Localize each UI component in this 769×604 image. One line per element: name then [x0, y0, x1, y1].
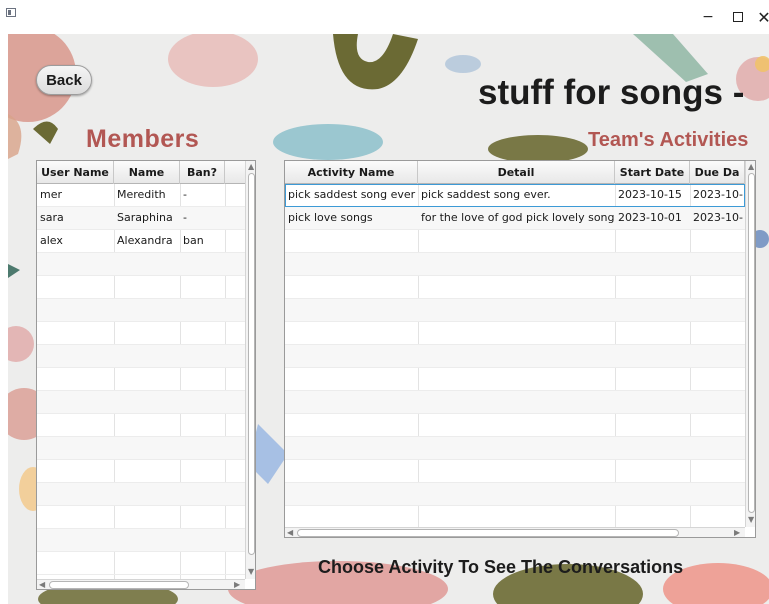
activity-due-date: 2023-10-	[693, 188, 743, 201]
member-ban: ban	[183, 234, 204, 247]
activity-due-date: 2023-10-	[693, 211, 743, 224]
scroll-right-icon[interactable]: ▶	[734, 529, 740, 537]
app-canvas: Back stuff for songs - Members Team's Ac…	[8, 34, 769, 604]
members-hscroll-thumb[interactable]	[49, 581, 189, 589]
team-title: stuff for songs -	[478, 73, 745, 112]
title-bar: − ✕	[0, 0, 769, 34]
table-row[interactable]: pick love songs for the love of god pick…	[285, 207, 745, 230]
activities-table-header: Activity Name Detail Start Date Due Da	[285, 161, 745, 184]
member-ban: -	[183, 211, 187, 224]
choose-activity-hint: Choose Activity To See The Conversations	[318, 557, 684, 577]
activities-horizontal-scrollbar[interactable]: ◀ ▶	[285, 527, 745, 537]
activity-start-date: 2023-10-01	[618, 211, 682, 224]
activities-vertical-scrollbar[interactable]: ▲ ▼	[745, 161, 755, 527]
member-username: mer	[40, 188, 63, 201]
close-button[interactable]: ✕	[746, 4, 769, 30]
activities-table[interactable]: Activity Name Detail Start Date Due Da p…	[284, 160, 756, 538]
table-row[interactable]: alex Alexandra ban	[37, 230, 245, 253]
member-name: Alexandra	[117, 234, 173, 247]
scroll-up-icon[interactable]: ▲	[748, 163, 754, 171]
activities-col-detail[interactable]: Detail	[418, 161, 615, 184]
members-heading: Members	[86, 125, 200, 153]
member-username: alex	[40, 234, 63, 247]
back-button[interactable]: Back	[36, 65, 92, 95]
members-scroll-thumb[interactable]	[248, 173, 255, 555]
members-col-ban[interactable]: Ban?	[180, 161, 225, 184]
activities-heading: Team's Activities	[588, 129, 749, 151]
members-table-header: User Name Name Ban?	[37, 161, 245, 184]
scroll-left-icon[interactable]: ◀	[39, 581, 45, 589]
activity-name: pick love songs	[288, 211, 373, 224]
member-username: sara	[40, 211, 64, 224]
members-vertical-scrollbar[interactable]: ▲ ▼	[245, 161, 255, 579]
scroll-down-icon[interactable]: ▼	[748, 516, 754, 524]
activities-hscroll-thumb[interactable]	[297, 529, 679, 537]
scroll-left-icon[interactable]: ◀	[287, 529, 293, 537]
activity-detail: pick saddest song ever.	[421, 188, 551, 201]
activities-scroll-thumb[interactable]	[748, 173, 755, 513]
members-horizontal-scrollbar[interactable]: ◀ ▶	[37, 579, 245, 589]
activities-col-name[interactable]: Activity Name	[285, 161, 418, 184]
activity-name: pick saddest song ever	[288, 188, 416, 201]
members-col-username[interactable]: User Name	[37, 161, 114, 184]
table-row[interactable]: sara Saraphina -	[37, 207, 245, 230]
activities-col-due-date[interactable]: Due Da	[690, 161, 745, 184]
scroll-up-icon[interactable]: ▲	[248, 163, 254, 171]
table-row[interactable]: pick saddest song ever pick saddest song…	[285, 184, 745, 207]
activity-detail: for the love of god pick lovely song	[421, 211, 615, 224]
activity-start-date: 2023-10-15	[618, 188, 682, 201]
member-name: Saraphina	[117, 211, 173, 224]
member-name: Meredith	[117, 188, 166, 201]
members-table[interactable]: User Name Name Ban? mer Meredith - sara …	[36, 160, 256, 590]
member-ban: -	[183, 188, 187, 201]
maximize-icon	[733, 12, 743, 22]
app-icon	[6, 8, 16, 17]
scroll-down-icon[interactable]: ▼	[248, 568, 254, 576]
members-col-name[interactable]: Name	[114, 161, 180, 184]
activities-col-start-date[interactable]: Start Date	[615, 161, 690, 184]
table-row[interactable]: mer Meredith -	[37, 184, 245, 207]
scroll-right-icon[interactable]: ▶	[234, 581, 240, 589]
